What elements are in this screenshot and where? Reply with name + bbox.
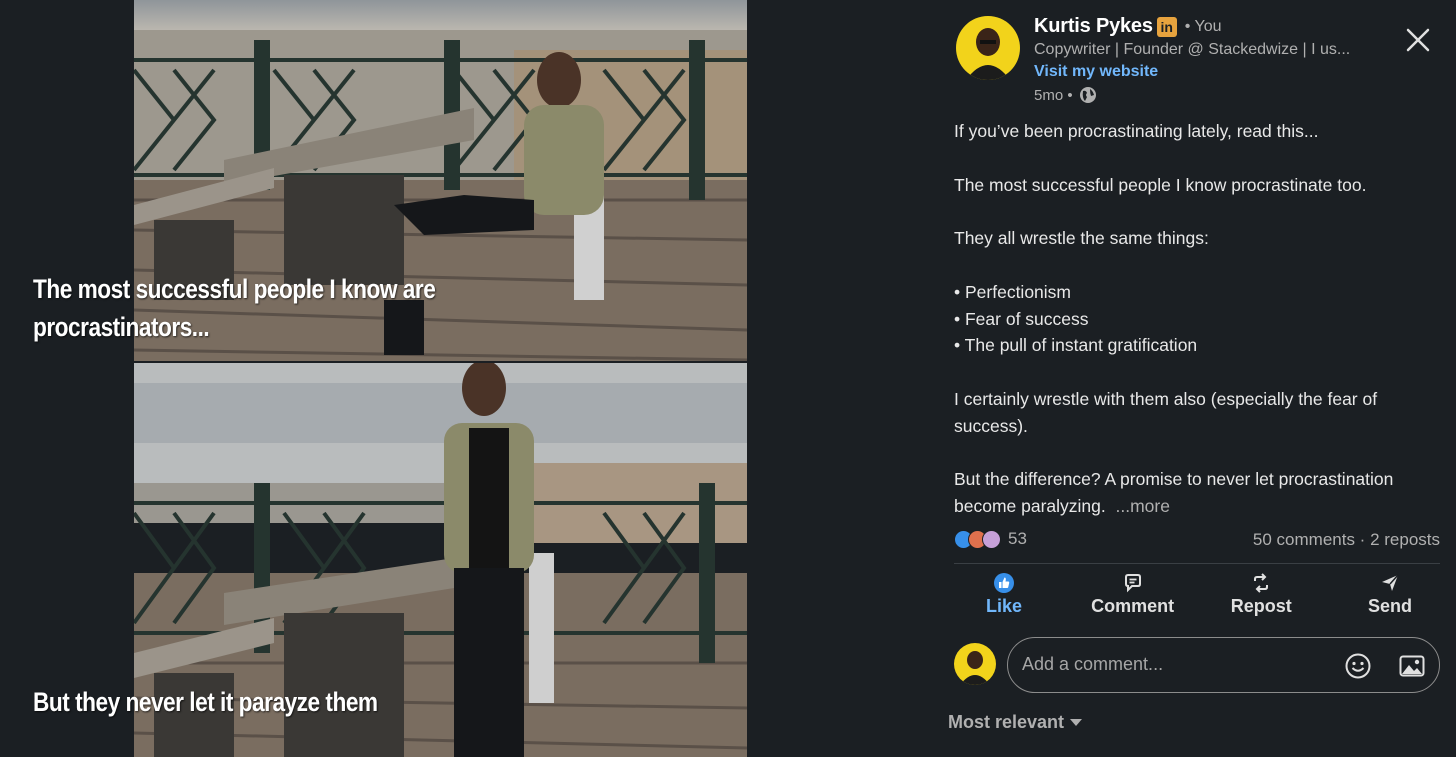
author-headline: Copywriter | Founder @ Stackedwize | I u… [1034, 41, 1351, 58]
post-paragraph: I certainly wrestle with them also (espe… [954, 388, 1378, 436]
image-viewer[interactable]: The most successful people I know are pr… [0, 0, 938, 757]
smiley-icon[interactable] [1344, 652, 1372, 680]
reaction-count: 53 [1008, 529, 1027, 548]
comments-reposts-count[interactable]: 50 comments · 2 reposts [1253, 530, 1440, 550]
image-caption-top: The most successful people I know are pr… [33, 274, 436, 342]
divider [954, 563, 1440, 564]
send-label: Send [1367, 596, 1412, 616]
post-sidebar: Kurtis Pykes in • You Copywriter | Found… [938, 0, 1456, 757]
post-paragraph [954, 440, 1444, 467]
linkedin-premium-icon: in [1156, 16, 1177, 37]
post-paragraph [954, 252, 1444, 279]
you-label: • You [1184, 17, 1222, 35]
post-paragraph: They all wrestle the same things: [954, 228, 1209, 249]
author-avatar[interactable] [956, 16, 1020, 80]
post-paragraph: The most successful people I know procra… [954, 174, 1367, 195]
current-user-avatar[interactable] [954, 643, 996, 685]
reactions-summary[interactable]: 53 [954, 529, 1027, 549]
thumbs-up-icon [994, 573, 1014, 593]
author-name[interactable]: Kurtis Pykes [1034, 15, 1153, 38]
image-icon[interactable] [1398, 652, 1426, 680]
globe-icon [1079, 87, 1096, 103]
post-paragraph [954, 359, 1444, 386]
comment-label: Comment [1091, 596, 1175, 616]
social-actions: Like Comment Repost Send [954, 572, 1440, 624]
comment-button[interactable]: Comment [1083, 572, 1183, 624]
visit-website-link[interactable]: Visit my website [1034, 63, 1158, 81]
post-paragraph [954, 198, 1444, 225]
post-paragraph: • Fear of success [954, 308, 1089, 329]
post-paragraph-last: But the difference? A promise to never l… [954, 466, 1444, 520]
repost-arrows-icon [1254, 573, 1269, 593]
post-body: If you’ve been procrastinating lately, r… [954, 118, 1444, 520]
sort-dropdown[interactable]: Most relevant [948, 712, 1083, 733]
post-paragraph: If you’ve been procrastinating lately, r… [954, 121, 1319, 141]
paper-plane-icon [1381, 574, 1399, 591]
reaction-icons [954, 529, 1001, 549]
post-paragraph: But the difference? A promise to never l… [954, 469, 1394, 517]
send-button[interactable]: Send [1340, 572, 1440, 624]
insightful-reaction-icon [982, 529, 1001, 549]
post-paragraph: • Perfectionism [954, 281, 1071, 302]
close-icon[interactable] [1404, 26, 1432, 54]
comment-input[interactable] [1022, 654, 1322, 675]
post-paragraph [954, 145, 1444, 172]
chevron-down-icon [1070, 718, 1083, 726]
like-button[interactable]: Like [954, 572, 1054, 624]
repost-label: Repost [1230, 596, 1292, 616]
see-more-link[interactable]: ...more [1115, 496, 1169, 516]
author-line: Kurtis Pykes in • You [1034, 15, 1222, 38]
post-meta: 5mo • [1034, 86, 1097, 104]
repost-button[interactable]: Repost [1211, 572, 1311, 624]
comment-box[interactable] [1007, 637, 1440, 693]
like-label: Like [985, 596, 1023, 616]
image-caption-bottom: But they never let it parayze them [33, 687, 378, 717]
post-time: 5mo • [1034, 86, 1073, 104]
post-paragraph: • The pull of instant gratification [954, 335, 1198, 356]
sort-label: Most relevant [948, 712, 1065, 732]
speech-bubble-icon [1124, 574, 1141, 593]
